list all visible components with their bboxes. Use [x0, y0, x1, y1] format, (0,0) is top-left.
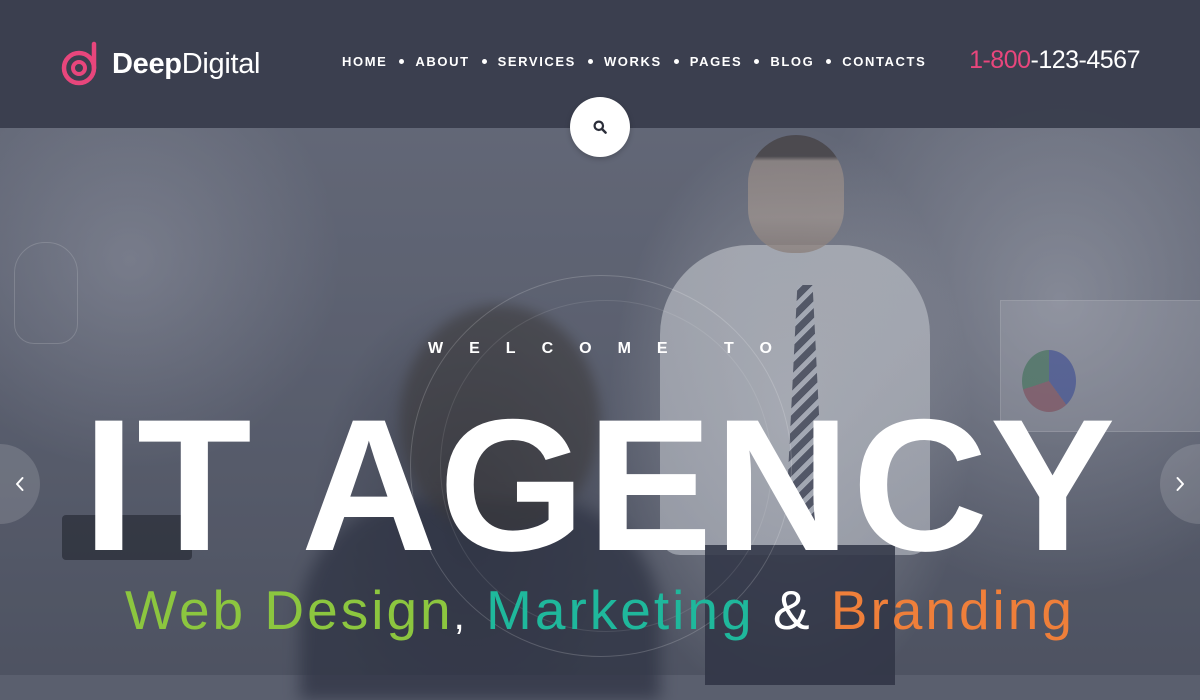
- nav-item-works[interactable]: WORKS: [604, 54, 662, 69]
- subheadline-comma: ,: [453, 594, 468, 638]
- nav-item-services[interactable]: SERVICES: [498, 54, 576, 69]
- brand-name-bold: Deep: [112, 47, 182, 80]
- deep-digital-logo-icon: [61, 41, 97, 86]
- brand-name: DeepDigital: [112, 47, 261, 81]
- subheadline-marketing: Marketing: [486, 579, 755, 641]
- phone-number[interactable]: 1-800-123-4567: [969, 46, 1140, 75]
- subheadline-web-design: Web Design: [125, 579, 454, 641]
- phone-digits: -123-4567: [1030, 46, 1141, 74]
- nav-separator: [754, 59, 760, 64]
- brand-name-light: Digital: [181, 47, 261, 80]
- hero-subheadline: Web Design, Marketing & Branding: [0, 577, 1200, 649]
- nav-item-home[interactable]: HOME: [342, 54, 387, 69]
- nav-separator: [481, 59, 487, 64]
- nav-separator: [826, 59, 832, 64]
- search-button[interactable]: [570, 97, 630, 157]
- main-navigation: HOME ABOUT SERVICES WORKS PAGES BLOG CON…: [342, 54, 926, 69]
- nav-separator: [399, 59, 405, 64]
- subheadline-branding: Branding: [830, 579, 1075, 641]
- nav-item-pages[interactable]: PAGES: [690, 54, 743, 69]
- nav-separator: [673, 59, 679, 64]
- hero-welcome-text: WELCOME TO: [428, 340, 798, 357]
- phone-prefix: 1-800: [969, 46, 1031, 74]
- hero-headline: IT AGENCY: [82, 380, 1118, 590]
- subheadline-ampersand: &: [772, 579, 813, 641]
- logo[interactable]: DeepDigital: [60, 40, 261, 88]
- chevron-left-icon: [16, 477, 24, 491]
- search-icon: [593, 120, 607, 134]
- nav-item-blog[interactable]: BLOG: [770, 54, 814, 69]
- nav-separator: [587, 59, 593, 64]
- nav-item-about[interactable]: ABOUT: [415, 54, 469, 69]
- nav-item-contacts[interactable]: CONTACTS: [842, 54, 926, 69]
- chevron-right-icon: [1176, 477, 1184, 491]
